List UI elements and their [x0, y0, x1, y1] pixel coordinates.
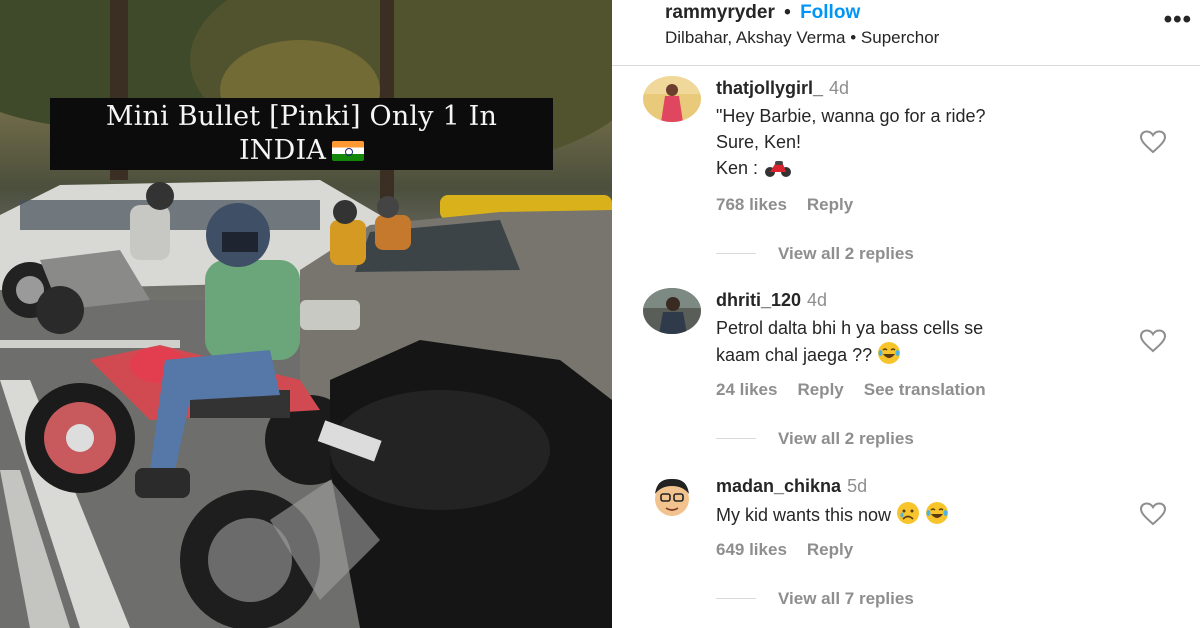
comment-item: thatjollygirl_ 4d "Hey Barbie, wanna go f…: [612, 70, 1200, 270]
avatar-image: [643, 288, 701, 334]
crying-face-emoji-icon: [896, 501, 920, 532]
comments-panel: rammyryder • Follow Dilbahar, Akshay Ver…: [612, 0, 1200, 628]
comment-line-with-emoji: Ken :: [716, 155, 986, 185]
comment-text: "Hey Barbie, wanna go for a ride? Sure, …: [716, 103, 986, 185]
avatar-image: [643, 76, 701, 122]
view-replies-button[interactable]: View all 7 replies: [716, 589, 914, 609]
replies-divider: [716, 253, 756, 254]
like-heart-icon[interactable]: [1139, 329, 1167, 353]
audio-track: Superchor: [860, 28, 940, 47]
avatar[interactable]: [643, 76, 701, 122]
like-heart-icon[interactable]: [1139, 502, 1167, 526]
avatar-image: [643, 474, 701, 520]
avatar[interactable]: [643, 288, 701, 334]
comment-likes[interactable]: 24 likes: [716, 380, 777, 399]
comment-meta: 768 likes Reply: [716, 195, 873, 215]
see-translation-button[interactable]: See translation: [864, 380, 986, 399]
tears-of-joy-emoji-icon: [877, 341, 901, 372]
caption-line-1: Mini Bullet [Pinki] Only 1 In: [105, 101, 498, 132]
comment-header: madan_chikna 5d: [716, 476, 867, 497]
comment-line: My kid wants this now: [716, 505, 892, 525]
india-flag-icon: [332, 141, 365, 161]
avatar[interactable]: [643, 474, 701, 520]
reply-button[interactable]: Reply: [807, 540, 853, 559]
audio-separator: •: [850, 28, 857, 47]
comment-line: "Hey Barbie, wanna go for a ride?: [716, 106, 986, 126]
comment-line-with-emoji: My kid wants this now: [716, 501, 949, 532]
audio-artists: Dilbahar, Akshay Verma: [665, 28, 846, 47]
comment-username[interactable]: thatjollygirl_: [716, 78, 823, 98]
follow-button[interactable]: Follow: [800, 2, 860, 23]
more-options-icon[interactable]: •••: [1164, 6, 1192, 34]
comment-line-with-emoji: kaam chal jaega ??: [716, 341, 983, 372]
comment-time: 4d: [807, 290, 828, 310]
view-replies-label: View all 2 replies: [778, 244, 914, 263]
comment-meta: 649 likes Reply: [716, 540, 873, 560]
reply-button[interactable]: Reply: [797, 380, 843, 399]
post-photo: Mini Bullet [Pinki] Only 1 In INDIA: [0, 0, 612, 628]
motorcycle-emoji-icon: [763, 158, 793, 185]
comment-meta: 24 likes Reply See translation: [716, 380, 1006, 400]
comment-line: Sure, Ken!: [716, 132, 802, 152]
comment-header: dhriti_120 4d: [716, 290, 827, 311]
view-replies-label: View all 7 replies: [778, 589, 914, 608]
like-heart-icon[interactable]: [1139, 130, 1167, 154]
caption-line-2: INDIA: [50, 134, 553, 168]
post-caption-overlay: Mini Bullet [Pinki] Only 1 In INDIA: [50, 98, 553, 170]
comment-line: kaam chal jaega ??: [716, 345, 873, 365]
comment-time: 5d: [847, 476, 868, 496]
comment-time: 4d: [829, 78, 850, 98]
view-replies-button[interactable]: View all 2 replies: [716, 244, 914, 264]
replies-divider: [716, 438, 756, 439]
post-header: rammyryder • Follow Dilbahar, Akshay Ver…: [612, 0, 1200, 66]
comment-item: madan_chikna 5d My kid wants this now 649…: [612, 470, 1200, 620]
comment-text: Petrol dalta bhi h ya bass cells se kaam…: [716, 315, 983, 372]
reply-button[interactable]: Reply: [807, 195, 853, 214]
comment-likes[interactable]: 768 likes: [716, 195, 787, 214]
comment-username[interactable]: madan_chikna: [716, 476, 841, 496]
comment-header: thatjollygirl_ 4d: [716, 78, 849, 99]
header-separator: •: [784, 2, 791, 23]
tears-of-joy-emoji-icon: [925, 501, 949, 532]
comment-line: Petrol dalta bhi h ya bass cells se: [716, 318, 984, 338]
audio-info[interactable]: Dilbahar, Akshay Verma • Superchor: [665, 28, 939, 48]
comment-item: dhriti_120 4d Petrol dalta bhi h ya bass …: [612, 284, 1200, 464]
replies-divider: [716, 598, 756, 599]
comment-text: My kid wants this now: [716, 501, 949, 532]
author-username[interactable]: rammyryder: [665, 2, 775, 23]
comment-line: Ken :: [716, 158, 759, 178]
comment-likes[interactable]: 649 likes: [716, 540, 787, 559]
comment-username[interactable]: dhriti_120: [716, 290, 801, 310]
view-replies-label: View all 2 replies: [778, 429, 914, 448]
view-replies-button[interactable]: View all 2 replies: [716, 429, 914, 449]
caption-line-2-text: INDIA: [238, 135, 327, 166]
header-author: rammyryder • Follow: [665, 2, 860, 24]
street-scene-illustration: [0, 0, 612, 628]
